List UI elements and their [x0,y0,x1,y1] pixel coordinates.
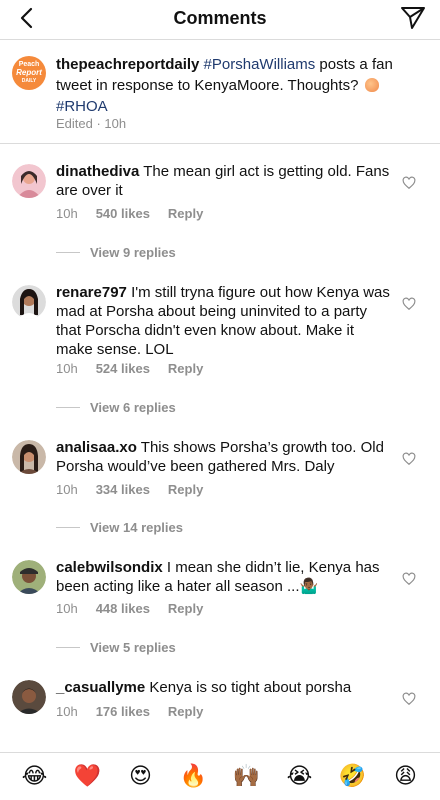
comment-time: 10h [56,601,78,616]
likes-count[interactable]: 334 likes [96,482,150,497]
likes-count[interactable]: 448 likes [96,601,150,616]
avatar-logo-text: DAILY [21,78,37,84]
reply-button[interactable]: Reply [168,361,203,376]
emoji-fire-icon[interactable]: 🔥 [179,764,209,789]
caption-meta: Edited · 10h [56,116,127,131]
divider [56,527,80,528]
avatar[interactable] [12,285,46,319]
comment-time: 10h [56,704,78,719]
comment-text: renare797 I'm still tryna figure out how… [56,283,392,359]
comment-time: 10h [56,482,78,497]
comment-text: calebwilsondix I mean she didn’t lie, Ke… [56,558,392,596]
caption-username[interactable]: thepeachreportdaily [56,56,199,73]
emoji-heart-icon[interactable]: ❤️ [73,764,103,789]
emoji-reaction-bar: 😂 ❤️ 😍 🔥 🙌🏾 😭 🤣 😩 [0,752,440,800]
avatar[interactable] [12,440,46,474]
likes-count[interactable]: 524 likes [96,361,150,376]
like-button[interactable] [402,452,416,466]
likes-count[interactable]: 540 likes [96,206,150,221]
view-replies-button[interactable]: View 5 replies [56,640,176,655]
comment-meta: 10h 176 likes Reply [56,704,221,719]
comment-username[interactable]: calebwilsondix [56,559,163,576]
emoji-raised-hands-icon[interactable]: 🙌🏾 [232,764,262,789]
emoji-laughing-icon[interactable]: 😂 [20,764,50,789]
header: Comments [0,0,440,40]
comment-time: 10h [56,361,78,376]
avatar[interactable]: Peach Report DAILY [12,56,46,90]
comment-username[interactable]: renare797 [56,284,127,301]
comment-time: 10h [56,206,78,221]
view-replies-button[interactable]: View 6 replies [56,400,176,415]
avatar[interactable] [12,164,46,198]
divider [56,252,80,253]
comment-meta: 10h 334 likes Reply [56,482,221,497]
avatar-logo-text: Report [16,68,42,77]
emoji-weary-icon[interactable]: 😩 [391,764,421,789]
hashtag-link[interactable]: #RHOA [56,98,108,115]
emoji-heart-eyes-icon[interactable]: 😍 [126,764,156,789]
comment-meta: 10h 524 likes Reply [56,361,221,376]
comment-meta: 10h 448 likes Reply [56,601,221,616]
reply-button[interactable]: Reply [168,601,203,616]
like-button[interactable] [402,692,416,706]
divider [56,407,80,408]
page-title: Comments [173,8,267,28]
send-icon [401,7,425,29]
share-button[interactable] [400,5,426,31]
like-button[interactable] [402,572,416,586]
avatar[interactable] [12,680,46,714]
comment-username[interactable]: dinathediva [56,163,139,180]
view-replies-button[interactable]: View 14 replies [56,520,183,535]
avatar[interactable] [12,560,46,594]
comment-body: Kenya is so tight about porsha [149,679,352,696]
comment-username[interactable]: analisaa.xo [56,439,137,456]
post-caption: Peach Report DAILY thepeachreportdaily #… [0,40,440,144]
view-replies-label: View 5 replies [90,640,176,655]
comment-text: _casuallyme Kenya is so tight about pors… [56,678,392,697]
comment-username[interactable]: _casuallyme [56,679,145,696]
comment-text: analisaa.xo This shows Porsha’s growth t… [56,438,392,476]
reply-button[interactable]: Reply [168,206,203,221]
heart-icon [402,297,416,311]
heart-icon [402,176,416,190]
heart-icon [402,572,416,586]
like-button[interactable] [402,176,416,190]
like-button[interactable] [402,297,416,311]
reply-button[interactable]: Reply [168,704,203,719]
heart-icon [402,452,416,466]
divider [56,647,80,648]
likes-count[interactable]: 176 likes [96,704,150,719]
view-replies-label: View 6 replies [90,400,176,415]
peach-emoji-icon [364,78,379,92]
caption-text: thepeachreportdaily #PorshaWilliams post… [56,54,418,117]
comment-meta: 10h 540 likes Reply [56,206,221,221]
view-replies-label: View 9 replies [90,245,176,260]
emoji-crying-icon[interactable]: 😭 [285,764,315,789]
reply-button[interactable]: Reply [168,482,203,497]
comment-text: dinathediva The mean girl act is getting… [56,162,392,200]
heart-icon [402,692,416,706]
view-replies-label: View 14 replies [90,520,183,535]
hashtag-link[interactable]: #PorshaWilliams [204,56,316,73]
emoji-rofl-icon[interactable]: 🤣 [338,764,368,789]
view-replies-button[interactable]: View 9 replies [56,245,176,260]
